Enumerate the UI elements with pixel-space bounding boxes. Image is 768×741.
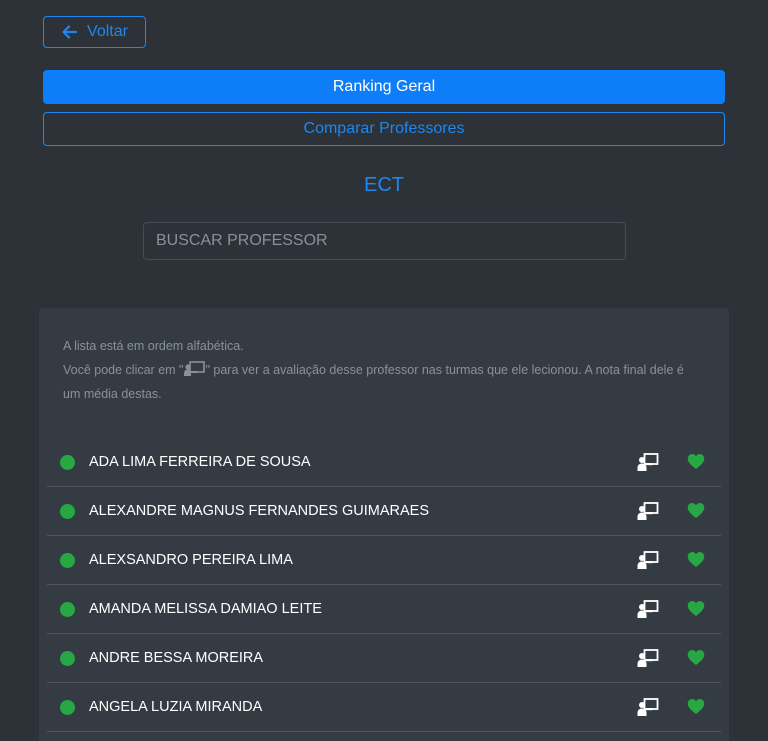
heart-icon[interactable] bbox=[687, 600, 705, 617]
status-dot bbox=[60, 504, 75, 519]
status-dot bbox=[60, 455, 75, 470]
professor-row[interactable]: ANGELA LUZIA MIRANDA bbox=[47, 683, 721, 732]
ranking-geral-button[interactable]: Ranking Geral bbox=[43, 70, 725, 104]
status-dot bbox=[60, 602, 75, 617]
info-line-2: Você pode clicar em " " para ver a avalia… bbox=[63, 358, 703, 406]
chalkboard-teacher-icon[interactable] bbox=[637, 648, 659, 668]
professor-name: ALEXANDRE MAGNUS FERNANDES GUIMARAES bbox=[89, 503, 430, 519]
search-input[interactable] bbox=[143, 222, 626, 260]
section-title: ECT bbox=[364, 174, 404, 196]
professor-row[interactable]: ANDRE BESSA MOREIRA bbox=[47, 634, 721, 683]
heart-icon[interactable] bbox=[687, 649, 705, 666]
arrow-left-icon bbox=[62, 25, 78, 39]
professor-row[interactable]: ALEXSANDRO PEREIRA LIMA bbox=[47, 536, 721, 585]
status-dot bbox=[60, 700, 75, 715]
professor-name: ALEXSANDRO PEREIRA LIMA bbox=[89, 552, 293, 568]
info-line-2-prefix: Você pode clicar em " bbox=[63, 363, 184, 377]
chalkboard-teacher-icon[interactable] bbox=[637, 697, 659, 717]
professor-list: ADA LIMA FERREIRA DE SOUSA ALEXANDRE MAGN… bbox=[47, 438, 721, 732]
chalkboard-teacher-icon[interactable] bbox=[637, 501, 659, 521]
heart-icon[interactable] bbox=[687, 502, 705, 519]
back-button-label: Voltar bbox=[87, 23, 128, 40]
chalkboard-teacher-icon[interactable] bbox=[637, 550, 659, 570]
heart-icon[interactable] bbox=[687, 453, 705, 470]
chalkboard-teacher-icon bbox=[184, 361, 206, 376]
professor-name: ADA LIMA FERREIRA DE SOUSA bbox=[89, 454, 311, 470]
page: Voltar Ranking Geral Comparar Professore… bbox=[0, 0, 768, 741]
info-line-1: A lista está em ordem alfabética. bbox=[63, 339, 244, 353]
professor-row[interactable]: ALEXANDRE MAGNUS FERNANDES GUIMARAES bbox=[47, 487, 721, 536]
chalkboard-teacher-icon[interactable] bbox=[637, 599, 659, 619]
chalkboard-teacher-icon[interactable] bbox=[637, 452, 659, 472]
back-button[interactable]: Voltar bbox=[43, 16, 146, 48]
professor-row[interactable]: AMANDA MELISSA DAMIAO LEITE bbox=[47, 585, 721, 634]
professor-name: ANDRE BESSA MOREIRA bbox=[89, 650, 264, 666]
compare-professors-button[interactable]: Comparar Professores bbox=[43, 112, 725, 146]
info-text: A lista está em ordem alfabética. Você p… bbox=[63, 334, 703, 406]
professor-name: ANGELA LUZIA MIRANDA bbox=[89, 699, 263, 715]
status-dot bbox=[60, 553, 75, 568]
status-dot bbox=[60, 651, 75, 666]
professor-name: AMANDA MELISSA DAMIAO LEITE bbox=[89, 601, 322, 617]
heart-icon[interactable] bbox=[687, 551, 705, 568]
heart-icon[interactable] bbox=[687, 698, 705, 715]
professor-row[interactable]: ADA LIMA FERREIRA DE SOUSA bbox=[47, 438, 721, 487]
